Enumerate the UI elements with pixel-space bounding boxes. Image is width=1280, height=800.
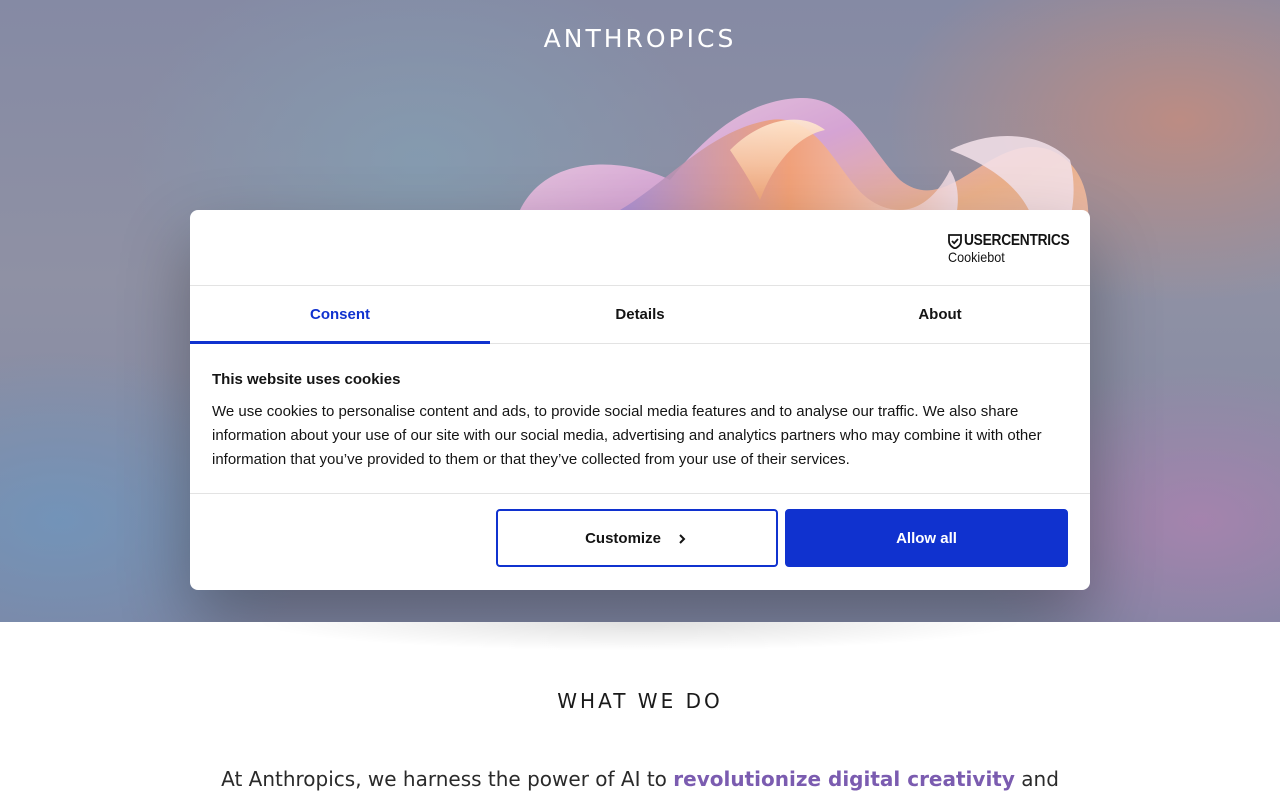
chevron-right-icon — [679, 534, 686, 544]
cookie-dialog-text: We use cookies to personalise content an… — [212, 403, 1042, 468]
cookie-consent-dialog: USERCENTRICS Cookiebot Consent Details A… — [190, 210, 1090, 590]
section-shadow — [160, 622, 1120, 662]
dialog-header: USERCENTRICS Cookiebot — [190, 210, 1090, 286]
intro-highlight: revolutionize digital creativity — [673, 767, 1015, 791]
cookie-dialog-title: This website uses cookies — [212, 371, 401, 388]
cookiebot-logo[interactable]: USERCENTRICS Cookiebot — [948, 232, 1070, 268]
intro-text-start: At Anthropics, we harness the power of A… — [221, 767, 674, 791]
usercentrics-wordmark: USERCENTRICS — [964, 232, 1070, 249]
dialog-tabs: Consent Details About — [190, 286, 1090, 344]
cookiebot-shield-icon — [948, 234, 962, 249]
customize-button[interactable]: Customize — [496, 509, 778, 567]
cookiebot-wordmark: Cookiebot — [948, 249, 1005, 265]
dialog-body: This website uses cookies We use cookies… — [190, 344, 1090, 494]
what-we-do-section: WHAT WE DO At Anthropics, we harness the… — [0, 622, 1280, 800]
section-intro: At Anthropics, we harness the power of A… — [0, 767, 1280, 791]
intro-text-end: and — [1014, 767, 1059, 791]
tab-consent[interactable]: Consent — [190, 286, 490, 344]
section-heading: WHAT WE DO — [557, 689, 723, 713]
dialog-footer: Customize Allow all — [190, 494, 1090, 590]
tab-about[interactable]: About — [790, 286, 1090, 343]
customize-button-label: Customize — [585, 529, 661, 547]
allow-all-button[interactable]: Allow all — [785, 509, 1068, 567]
tab-details[interactable]: Details — [490, 286, 790, 343]
site-logo[interactable]: ANTHROPICS — [0, 24, 1280, 53]
